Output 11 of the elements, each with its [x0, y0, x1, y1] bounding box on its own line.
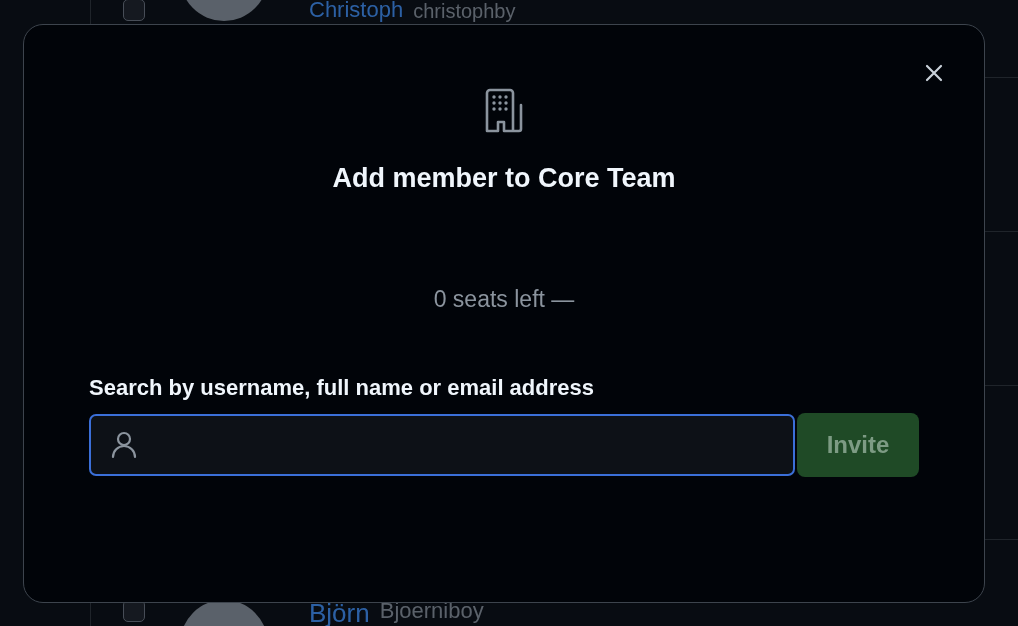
member-name-link[interactable]: Christoph [309, 0, 404, 21]
building-icon [483, 87, 525, 133]
dialog-title: Add member to Core Team [332, 163, 676, 194]
checkbox[interactable] [123, 0, 145, 21]
member-username: Bjoerniboy [379, 600, 484, 622]
member-username: christophby [413, 1, 516, 21]
search-label: Search by username, full name or email address [89, 375, 595, 401]
search-field[interactable] [89, 414, 795, 476]
close-icon [924, 63, 944, 83]
person-icon [111, 431, 137, 459]
seats-text: 0 seats left — [433, 286, 575, 313]
